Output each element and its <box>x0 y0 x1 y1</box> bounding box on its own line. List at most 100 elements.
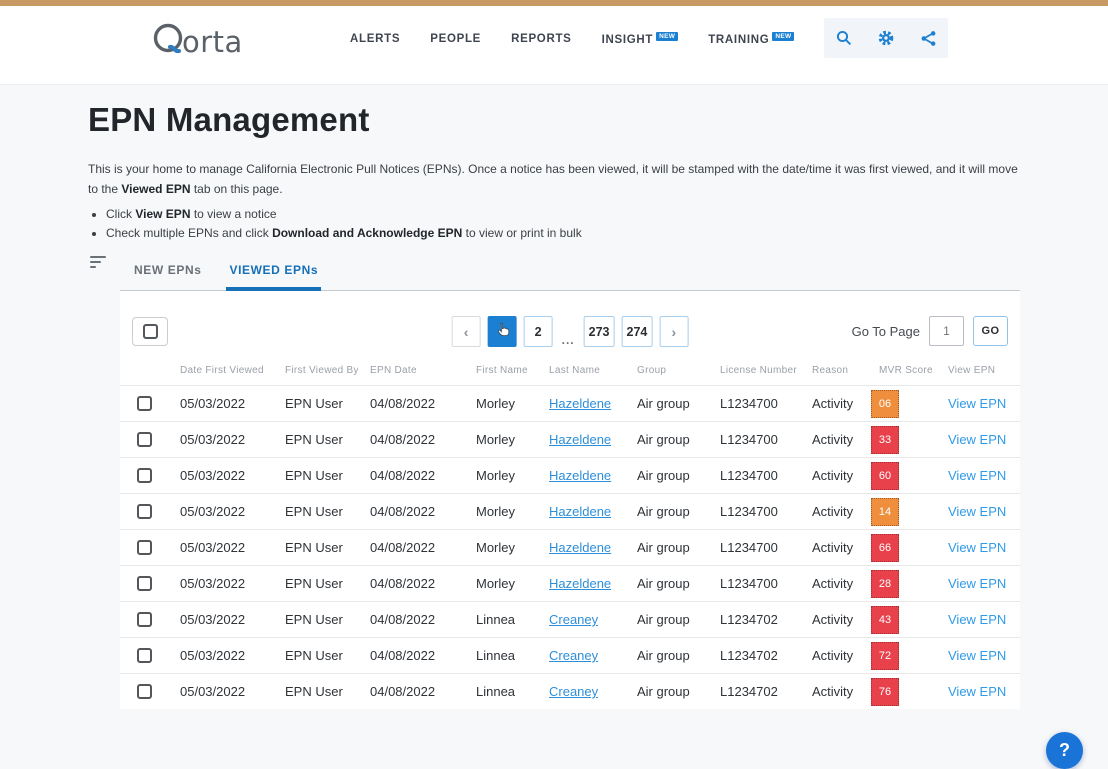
cell-license-number: L1234702 <box>708 612 800 627</box>
page-2-button[interactable]: 2 <box>524 316 553 347</box>
pagination: ‹ 1 2 ... 273 274 › <box>452 316 689 347</box>
row-checkbox[interactable] <box>137 468 152 483</box>
view-epn-link[interactable]: View EPN <box>948 504 1006 519</box>
table-toolbar: ‹ 1 2 ... 273 274 › Go To Page GO <box>120 291 1020 355</box>
cell-reason: Activity <box>800 612 867 627</box>
col-date-first-viewed: Date First Viewed <box>168 365 273 376</box>
view-epn-link[interactable]: View EPN <box>948 540 1006 555</box>
logo-q-icon <box>150 19 186 64</box>
cell-reason: Activity <box>800 504 867 519</box>
cell-date-first-viewed: 05/03/2022 <box>168 540 273 555</box>
search-icon[interactable] <box>835 29 853 47</box>
table-row: 05/03/2022 EPN User 04/08/2022 Morley Ha… <box>120 385 1020 421</box>
view-epn-link[interactable]: View EPN <box>948 684 1006 699</box>
cell-group: Air group <box>625 540 708 555</box>
last-name-link[interactable]: Hazeldene <box>549 540 611 555</box>
last-name-link[interactable]: Hazeldene <box>549 468 611 483</box>
last-name-link[interactable]: Creaney <box>549 648 598 663</box>
nav-people[interactable]: PEOPLE <box>430 33 481 45</box>
view-epn-link[interactable]: View EPN <box>948 648 1006 663</box>
nav-alerts[interactable]: ALERTS <box>350 33 400 45</box>
cell-license-number: L1234700 <box>708 540 800 555</box>
cell-first-viewed-by: EPN User <box>273 684 358 699</box>
prev-page-button[interactable]: ‹ <box>452 316 481 347</box>
page-273-button[interactable]: 273 <box>584 316 615 347</box>
cell-date-first-viewed: 05/03/2022 <box>168 432 273 447</box>
row-checkbox[interactable] <box>137 648 152 663</box>
view-epn-link[interactable]: View EPN <box>948 576 1006 591</box>
filter-icon[interactable] <box>90 256 108 270</box>
nav-insight[interactable]: INSIGHTNEW <box>602 32 679 46</box>
view-epn-link[interactable]: View EPN <box>948 396 1006 411</box>
tab-new-epns[interactable]: NEW EPNs <box>131 255 204 291</box>
nav-training[interactable]: TRAININGNEW <box>708 32 794 46</box>
view-epn-link[interactable]: View EPN <box>948 432 1006 447</box>
table-row: 05/03/2022 EPN User 04/08/2022 Linnea Cr… <box>120 637 1020 673</box>
row-checkbox[interactable] <box>137 684 152 699</box>
cell-epn-date: 04/08/2022 <box>358 684 464 699</box>
help-button[interactable]: ? <box>1046 732 1083 769</box>
row-checkbox[interactable] <box>137 576 152 591</box>
row-checkbox[interactable] <box>137 504 152 519</box>
cell-date-first-viewed: 05/03/2022 <box>168 648 273 663</box>
cell-date-first-viewed: 05/03/2022 <box>168 612 273 627</box>
nav-reports[interactable]: REPORTS <box>511 33 572 45</box>
cell-license-number: L1234700 <box>708 468 800 483</box>
main-content: EPN Management This is your home to mana… <box>0 85 1108 708</box>
next-page-button[interactable]: › <box>659 316 688 347</box>
cell-first-viewed-by: EPN User <box>273 504 358 519</box>
last-name-link[interactable]: Creaney <box>549 612 598 627</box>
cell-date-first-viewed: 05/03/2022 <box>168 396 273 411</box>
gear-icon[interactable] <box>877 29 895 47</box>
view-epn-link[interactable]: View EPN <box>948 468 1006 483</box>
cell-epn-date: 04/08/2022 <box>358 576 464 591</box>
cell-epn-date: 04/08/2022 <box>358 612 464 627</box>
cell-first-viewed-by: EPN User <box>273 576 358 591</box>
page-description: This is your home to manage California E… <box>88 159 1024 200</box>
cell-first-name: Morley <box>464 576 537 591</box>
table-row: 05/03/2022 EPN User 04/08/2022 Morley Ha… <box>120 529 1020 565</box>
table-row: 05/03/2022 EPN User 04/08/2022 Morley Ha… <box>120 565 1020 601</box>
tab-viewed-epns[interactable]: VIEWED EPNs <box>226 255 321 291</box>
page-1-button[interactable]: 1 <box>488 316 517 347</box>
last-name-link[interactable]: Hazeldene <box>549 396 611 411</box>
go-button[interactable]: GO <box>973 316 1008 346</box>
last-name-link[interactable]: Hazeldene <box>549 576 611 591</box>
row-checkbox[interactable] <box>137 396 152 411</box>
cell-group: Air group <box>625 612 708 627</box>
cell-first-viewed-by: EPN User <box>273 468 358 483</box>
go-to-page-input[interactable] <box>929 316 964 346</box>
cell-first-name: Linnea <box>464 684 537 699</box>
cell-epn-date: 04/08/2022 <box>358 432 464 447</box>
last-name-link[interactable]: Hazeldene <box>549 432 611 447</box>
go-to-page: Go To Page GO <box>852 316 1008 346</box>
table-body: 05/03/2022 EPN User 04/08/2022 Morley Ha… <box>120 385 1020 709</box>
go-to-page-label: Go To Page <box>852 324 920 339</box>
select-all-button[interactable] <box>132 317 168 346</box>
row-checkbox[interactable] <box>137 432 152 447</box>
last-name-link[interactable]: Hazeldene <box>549 504 611 519</box>
row-checkbox[interactable] <box>137 540 152 555</box>
epn-tabs: NEW EPNs VIEWED EPNs <box>120 245 1020 291</box>
training-new-badge: NEW <box>772 32 794 41</box>
cell-reason: Activity <box>800 648 867 663</box>
page-274-button[interactable]: 274 <box>622 316 653 347</box>
qorta-logo[interactable]: orta <box>150 19 243 64</box>
view-epn-link[interactable]: View EPN <box>948 612 1006 627</box>
cell-reason: Activity <box>800 684 867 699</box>
cell-first-name: Morley <box>464 504 537 519</box>
select-all-checkbox[interactable] <box>143 324 158 339</box>
table-row: 05/03/2022 EPN User 04/08/2022 Morley Ha… <box>120 421 1020 457</box>
cell-first-name: Morley <box>464 396 537 411</box>
mvr-score-badge: 60 <box>871 462 899 490</box>
app-header: orta ALERTS PEOPLE REPORTS INSIGHTNEW TR… <box>0 6 1108 85</box>
row-checkbox[interactable] <box>137 612 152 627</box>
share-icon[interactable] <box>919 29 937 47</box>
mvr-score-badge: 76 <box>871 678 899 706</box>
instruction-item: Click View EPN to view a notice <box>106 207 582 221</box>
last-name-link[interactable]: Creaney <box>549 684 598 699</box>
cell-reason: Activity <box>800 540 867 555</box>
col-group: Group <box>625 365 708 376</box>
logo-text: orta <box>182 25 243 59</box>
cell-first-viewed-by: EPN User <box>273 648 358 663</box>
